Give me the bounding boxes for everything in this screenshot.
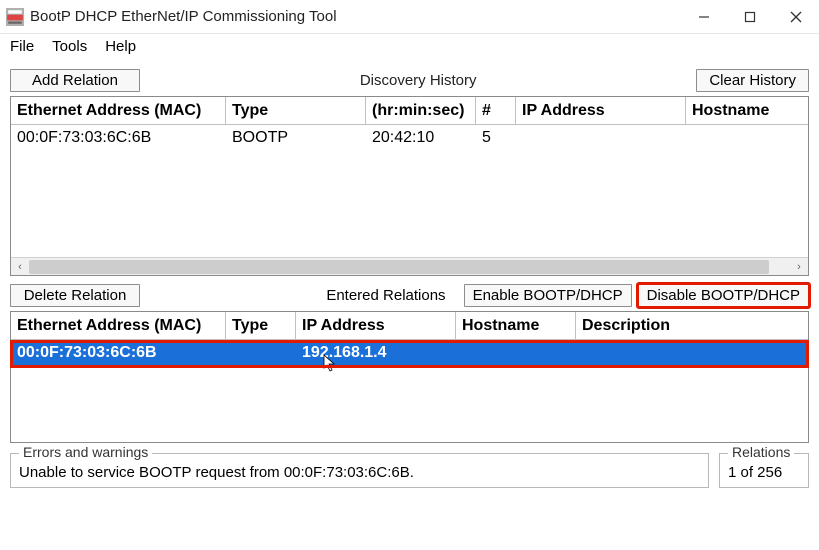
errors-legend: Errors and warnings	[19, 444, 152, 460]
window-controls	[681, 0, 819, 33]
discovery-cell-time: 20:42:10	[366, 129, 476, 147]
discovery-history-label: Discovery History	[360, 72, 477, 89]
delete-relation-button[interactable]: Delete Relation	[10, 284, 140, 307]
close-button[interactable]	[773, 0, 819, 33]
discovery-cell-type: BOOTP	[226, 129, 366, 147]
scroll-thumb[interactable]	[29, 260, 769, 274]
status-area: Errors and warnings Unable to service BO…	[10, 453, 809, 488]
relations-header-type[interactable]: Type	[226, 312, 296, 339]
menu-help[interactable]: Help	[105, 38, 136, 55]
relations-legend: Relations	[728, 444, 794, 460]
menu-bar: File Tools Help	[0, 34, 819, 61]
relations-fieldset: Relations 1 of 256	[719, 453, 809, 488]
errors-fieldset: Errors and warnings Unable to service BO…	[10, 453, 709, 488]
entered-relations-list[interactable]: Ethernet Address (MAC) Type IP Address H…	[10, 311, 809, 443]
relations-cell-mac: 00:0F:73:03:6C:6B	[11, 344, 226, 362]
relations-header-mac[interactable]: Ethernet Address (MAC)	[11, 312, 226, 339]
discovery-header-count[interactable]: #	[476, 97, 516, 124]
menu-tools[interactable]: Tools	[52, 38, 87, 55]
maximize-button[interactable]	[727, 0, 773, 33]
discovery-scrollbar[interactable]: ‹ ›	[11, 257, 808, 275]
relations-header-ip[interactable]: IP Address	[296, 312, 456, 339]
relations-header-description[interactable]: Description	[576, 312, 808, 339]
relations-row[interactable]: 00:0F:73:03:6C:6B 192.168.1.4	[11, 340, 808, 366]
window-title: BootP DHCP EtherNet/IP Commissioning Too…	[30, 8, 681, 25]
menu-file[interactable]: File	[10, 38, 34, 55]
discovery-cell-mac: 00:0F:73:03:6C:6B	[11, 129, 226, 147]
clear-history-button[interactable]: Clear History	[696, 69, 809, 92]
relations-header-row: Ethernet Address (MAC) Type IP Address H…	[11, 312, 808, 340]
errors-text: Unable to service BOOTP request from 00:…	[19, 464, 700, 481]
minimize-button[interactable]	[681, 0, 727, 33]
discovery-cell-count: 5	[476, 129, 516, 147]
discovery-header-mac[interactable]: Ethernet Address (MAC)	[11, 97, 226, 124]
discovery-header-ip[interactable]: IP Address	[516, 97, 686, 124]
disable-bootp-button[interactable]: Disable BOOTP/DHCP	[638, 284, 809, 307]
discovery-header-time[interactable]: (hr:min:sec)	[366, 97, 476, 124]
app-icon	[6, 8, 24, 26]
discovery-toolbar: Add Relation Discovery History Clear His…	[10, 69, 809, 92]
scroll-right-icon[interactable]: ›	[790, 258, 808, 276]
relations-count: 1 of 256	[728, 464, 800, 481]
discovery-history-list[interactable]: Ethernet Address (MAC) Type (hr:min:sec)…	[10, 96, 809, 276]
discovery-header-hostname[interactable]: Hostname	[686, 97, 808, 124]
title-bar: BootP DHCP EtherNet/IP Commissioning Too…	[0, 0, 819, 34]
relations-header-hostname[interactable]: Hostname	[456, 312, 576, 339]
entered-relations-label: Entered Relations	[326, 287, 445, 304]
relations-cell-ip: 192.168.1.4	[296, 344, 456, 362]
discovery-header-row: Ethernet Address (MAC) Type (hr:min:sec)…	[11, 97, 808, 125]
scroll-left-icon[interactable]: ‹	[11, 258, 29, 276]
discovery-row[interactable]: 00:0F:73:03:6C:6B BOOTP 20:42:10 5	[11, 125, 808, 151]
add-relation-button[interactable]: Add Relation	[10, 69, 140, 92]
relations-toolbar: Delete Relation Entered Relations Enable…	[10, 284, 809, 307]
enable-bootp-button[interactable]: Enable BOOTP/DHCP	[464, 284, 632, 307]
discovery-header-type[interactable]: Type	[226, 97, 366, 124]
